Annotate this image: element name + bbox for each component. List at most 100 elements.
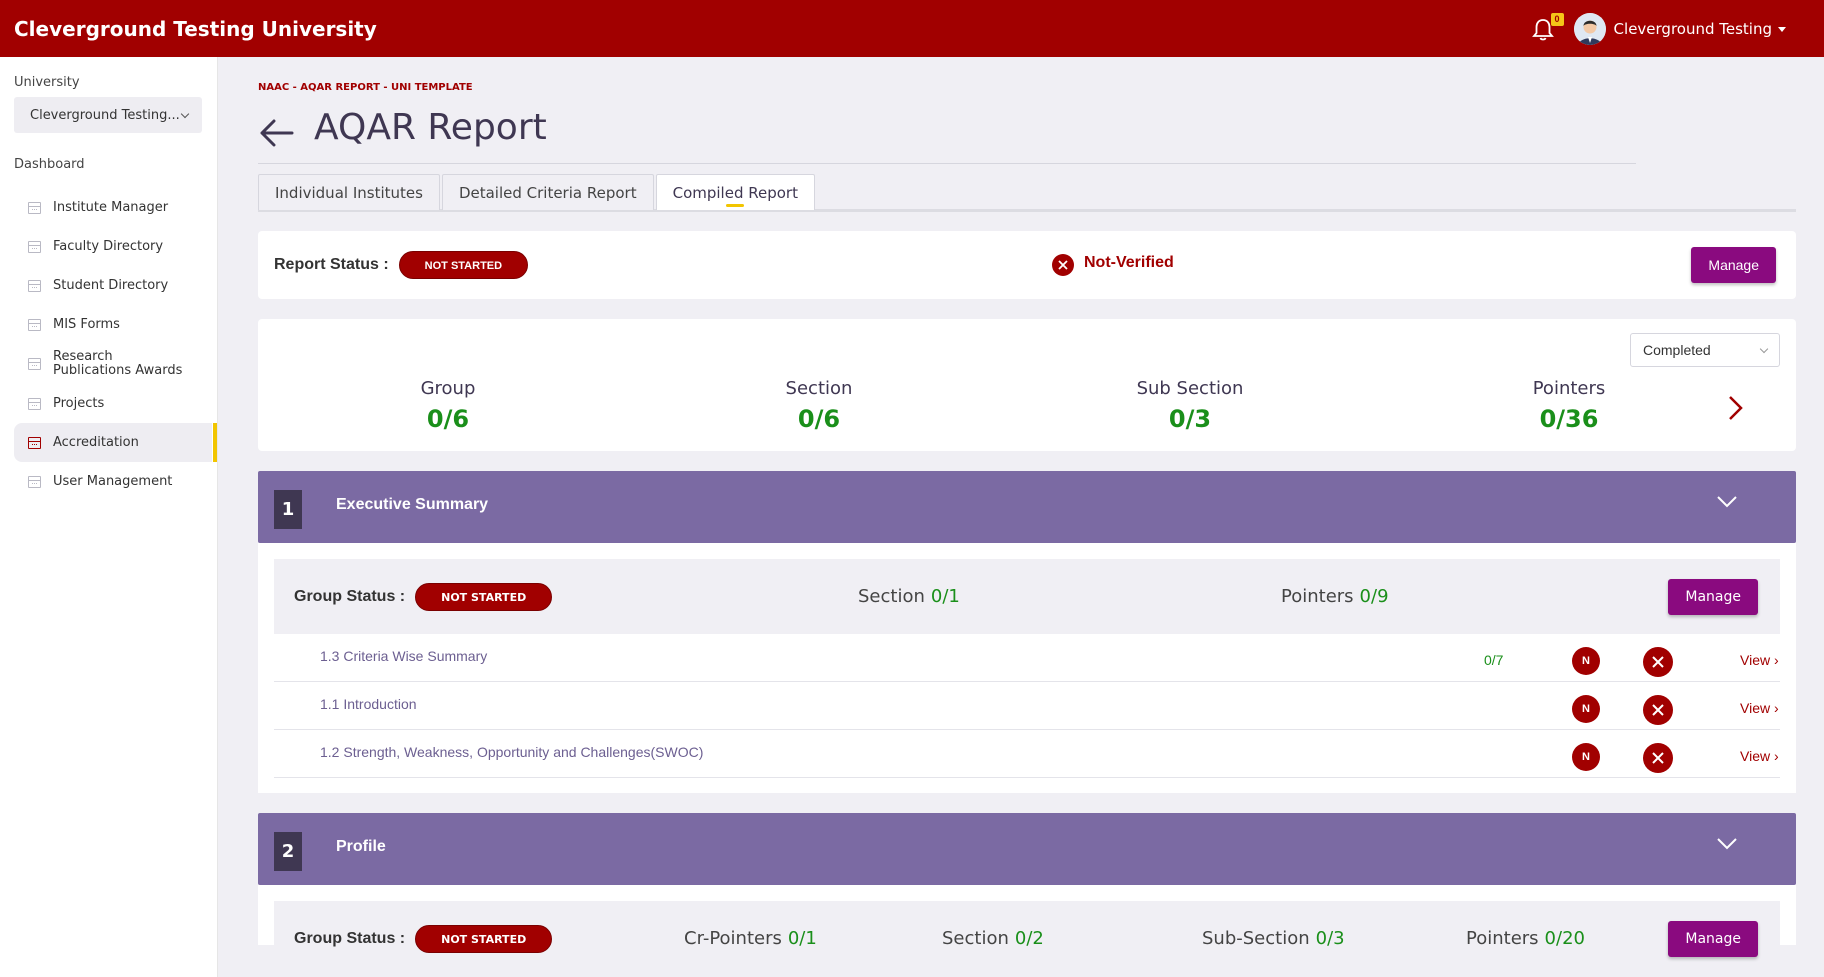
sidebar-item-label: Projects [53, 396, 105, 411]
stat-label: Group [420, 378, 476, 399]
metric-value: 0/3 [1315, 928, 1345, 949]
stat-label: Section [785, 378, 853, 399]
chevron-down-icon [180, 109, 190, 118]
status-n-badge: N [1572, 743, 1600, 771]
sidebar-item-mis-forms[interactable]: MIS Forms [14, 305, 212, 344]
stat-value: 0/3 [1168, 405, 1212, 433]
chevron-down-icon[interactable] [1716, 495, 1738, 509]
sidebar-item-label: Faculty Directory [53, 239, 164, 254]
stat-value: 0/6 [797, 405, 841, 433]
view-link-label: View [1740, 748, 1771, 764]
sidebar-item-user-management[interactable]: User Management [14, 462, 212, 501]
title-row: AQAR Report [258, 103, 1636, 164]
stat-sub-section: Sub Section 0/3 [1110, 378, 1270, 433]
sidebar-item-research-publications-awards[interactable]: Research Publications Awards [14, 344, 212, 384]
view-link[interactable]: View › [1740, 652, 1779, 668]
top-bar: Cleverground Testing University 0 Clever… [0, 0, 1824, 57]
page-title: AQAR Report [314, 106, 547, 148]
sidebar-item-projects[interactable]: Projects [14, 384, 212, 423]
chevron-right-icon: › [1773, 700, 1779, 716]
app-title[interactable]: Cleverground Testing University [14, 17, 377, 41]
chevron-right-icon: › [1773, 748, 1779, 764]
user-menu[interactable]: Cleverground Testing [1614, 20, 1786, 38]
report-status-label: Report Status : [274, 256, 389, 273]
sidebar-item-student-directory[interactable]: Student Directory [14, 266, 212, 305]
verification-status: Not-Verified [1052, 231, 1174, 299]
calendar-icon [28, 318, 41, 331]
stat-label: Pointers [1532, 378, 1606, 399]
stat-section: Section 0/6 [749, 378, 889, 433]
user-avatar[interactable] [1573, 12, 1606, 45]
group-header-executive-summary[interactable]: 1 Executive Summary [258, 471, 1796, 543]
university-label: University [14, 75, 80, 90]
metric-value: 0/1 [930, 586, 960, 607]
close-circle-icon [1643, 695, 1673, 725]
topbar-right: 0 Cleverground Testing [1531, 12, 1786, 45]
sidebar-menu: Institute Manager Faculty Directory Stud… [0, 188, 217, 501]
status-filter-select[interactable]: Completed [1630, 333, 1780, 367]
calendar-icon [28, 475, 41, 488]
group-name: Executive Summary [336, 496, 489, 513]
calendar-icon [28, 240, 41, 253]
status-badge: NOT STARTED [398, 251, 529, 279]
calendar-icon [28, 436, 41, 449]
section-row: 1.2 Strength, Weakness, Opportunity and … [274, 730, 1780, 778]
group-cr-pointers-metric: Cr-Pointers 0/1 [684, 901, 817, 976]
section-name[interactable]: 1.1 Introduction [320, 696, 417, 712]
view-link-label: View [1740, 652, 1771, 668]
group-status-label: Group Status : [294, 587, 406, 605]
section-name[interactable]: 1.3 Criteria Wise Summary [320, 648, 487, 664]
chevron-right-icon[interactable] [1724, 393, 1746, 423]
chevron-right-icon: › [1773, 652, 1779, 668]
close-circle-icon [1643, 647, 1673, 677]
group-header-profile[interactable]: 2 Profile [258, 813, 1796, 885]
tab-compiled-report[interactable]: Compiled Report [655, 174, 815, 210]
back-arrow-icon[interactable] [258, 118, 294, 148]
manage-group-button[interactable]: Manage [1668, 578, 1758, 615]
group-status-bar: Group Status : NOT STARTED Cr-Pointers 0/… [274, 901, 1780, 976]
manage-group-button[interactable]: Manage [1668, 920, 1758, 957]
university-select[interactable]: Cleverground Testing... [14, 97, 202, 133]
calendar-icon [28, 201, 41, 214]
section-count: 0/7 [1484, 652, 1504, 668]
group-section-metric: Section 0/1 [858, 559, 960, 634]
tab-detailed-criteria-report[interactable]: Detailed Criteria Report [441, 174, 654, 210]
calendar-icon [28, 279, 41, 292]
notification-count-badge: 0 [1550, 12, 1564, 26]
sidebar-item-faculty-directory[interactable]: Faculty Directory [14, 227, 212, 266]
sidebar-item-institute-manager[interactable]: Institute Manager [14, 188, 212, 227]
view-link[interactable]: View › [1740, 700, 1779, 716]
chevron-down-icon[interactable] [1716, 837, 1738, 851]
section-row: 1.1 Introduction N View › [274, 682, 1780, 730]
breadcrumb: NAAC - AQAR REPORT - UNI TEMPLATE [258, 82, 473, 93]
metric-label: Pointers [1281, 586, 1354, 607]
calendar-icon [28, 358, 41, 370]
view-link[interactable]: View › [1740, 748, 1779, 764]
view-link-label: View [1740, 700, 1771, 716]
metric-label: Cr-Pointers [684, 928, 782, 949]
group-pointers-metric: Pointers 0/9 [1281, 559, 1389, 634]
group-status-label: Group Status : [294, 929, 406, 947]
status-n-badge: N [1572, 647, 1600, 675]
group-section-metric: Section 0/2 [942, 901, 1044, 976]
stat-pointers: Pointers 0/36 [1499, 378, 1639, 433]
status-n-badge: N [1572, 695, 1600, 723]
section-name[interactable]: 1.2 Strength, Weakness, Opportunity and … [320, 744, 703, 760]
stat-value: 0/6 [426, 405, 470, 433]
sidebar-item-accreditation[interactable]: Accreditation [14, 423, 217, 462]
status-badge: NOT STARTED [415, 924, 553, 953]
sidebar-item-label: MIS Forms [53, 317, 120, 332]
manage-report-button[interactable]: Manage [1691, 247, 1776, 283]
close-circle-icon [1643, 743, 1673, 773]
verification-text: Not-Verified [1084, 254, 1174, 271]
section-row: 1.3 Criteria Wise Summary 0/7 N View › [274, 634, 1780, 682]
sidebar-item-label: User Management [53, 474, 173, 489]
metric-label: Sub-Section [1202, 928, 1310, 949]
dashboard-link[interactable]: Dashboard [14, 157, 217, 172]
tab-individual-institutes[interactable]: Individual Institutes [258, 174, 440, 210]
report-tabs: Individual Institutes Detailed Criteria … [258, 174, 1796, 212]
notification-bell-icon[interactable]: 0 [1531, 12, 1564, 42]
stat-label: Sub Section [1136, 378, 1244, 399]
group-status-bar: Group Status : NOT STARTED Section 0/1 Po… [274, 559, 1780, 634]
metric-value: 0/2 [1014, 928, 1044, 949]
